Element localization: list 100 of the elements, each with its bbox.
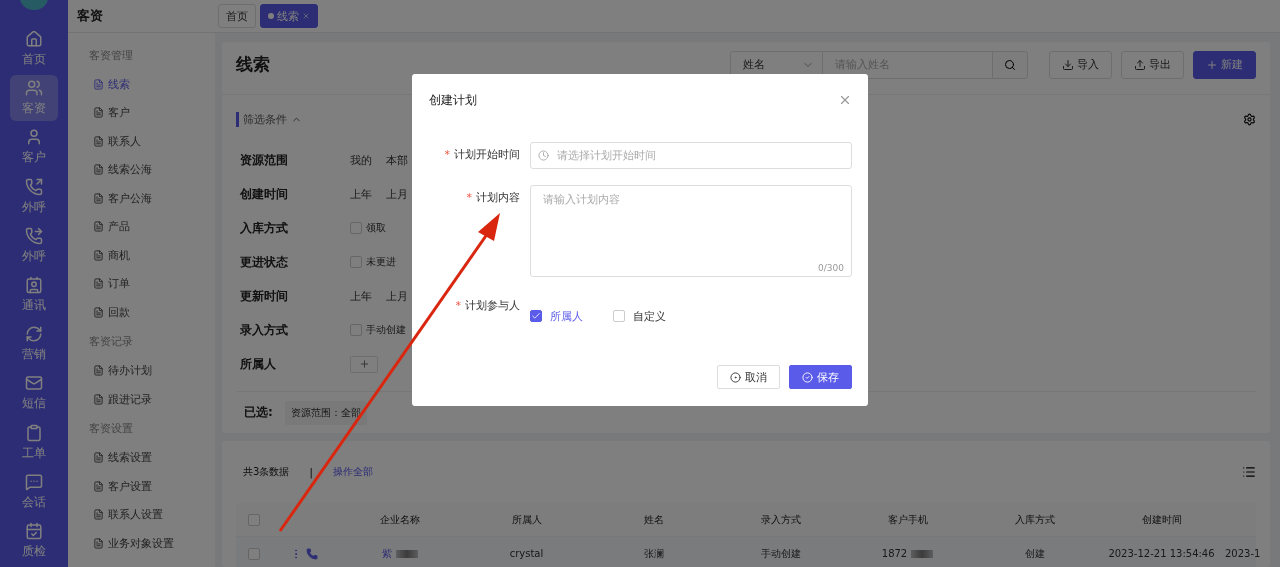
nav-item[interactable]: 外呼	[10, 222, 58, 269]
sidebar-item[interactable]: 待办计划	[89, 356, 215, 385]
separator: |	[309, 466, 313, 478]
nav-item[interactable]: 短信	[10, 370, 58, 417]
table-cell: 2023-1	[1225, 548, 1261, 559]
nav-item[interactable]: 客户	[10, 124, 58, 171]
column-header: 录入方式	[760, 512, 801, 527]
dot-icon	[268, 13, 274, 19]
sidebar-item[interactable]: 线索设置	[89, 443, 215, 472]
sidebar-item[interactable]: 联系人设置	[89, 500, 215, 529]
column-header: 创建时间	[1141, 512, 1182, 527]
document-icon	[93, 107, 104, 119]
checkbox[interactable]	[530, 310, 542, 322]
filter-option[interactable]: 我的	[350, 152, 372, 168]
nav-item[interactable]: 会话	[10, 468, 58, 515]
checkbox-label: 自定义	[633, 308, 666, 324]
date-field[interactable]: 请选择计划开始时间	[530, 142, 852, 169]
list-icon[interactable]	[1242, 465, 1256, 479]
character-counter: 0/300	[818, 263, 844, 273]
required-mark: *	[455, 299, 461, 312]
filter-option[interactable]: 上年	[350, 288, 372, 304]
nav-item[interactable]: 首页	[10, 26, 58, 73]
document-icon	[93, 135, 104, 147]
upload-icon	[1134, 58, 1146, 71]
nav-item[interactable]: 营销	[10, 321, 58, 368]
filter-option[interactable]: 上年	[350, 186, 372, 202]
sidebar-item[interactable]: 线索	[89, 70, 215, 99]
sidebar-item[interactable]: 订单	[89, 269, 215, 298]
document-icon	[93, 306, 104, 318]
document-icon	[93, 164, 104, 176]
sidebar-item[interactable]: 业务对象设置	[89, 529, 215, 558]
redaction-block	[911, 549, 934, 558]
cancel-button[interactable]: 取消	[717, 365, 780, 389]
sidebar-item[interactable]: 联系人	[89, 127, 215, 156]
add-button[interactable]	[350, 355, 378, 373]
table-cell: 2023-12-21 13:54:46	[1108, 548, 1215, 559]
nav-item[interactable]: 外呼	[10, 173, 58, 220]
save-button[interactable]: 保存	[789, 365, 852, 389]
sidebar-item[interactable]: 跟进记录	[89, 385, 215, 414]
close-icon	[838, 93, 852, 107]
nav-item[interactable]: 质检	[10, 517, 58, 565]
checkbox-label: 所属人	[550, 308, 583, 324]
document-icon	[93, 480, 104, 492]
filter-label: 更进状态	[240, 253, 289, 271]
close-icon[interactable]	[302, 12, 310, 20]
field-label: 计划开始时间	[454, 148, 520, 161]
bulk-action-link[interactable]: 操作全部	[332, 465, 373, 479]
phone-arrow-icon	[25, 177, 43, 196]
sidebar-item[interactable]: 客户设置	[89, 472, 215, 501]
tab[interactable]: 线索	[260, 4, 318, 28]
circle-dot-icon	[730, 371, 741, 383]
phone-icon[interactable]	[305, 547, 318, 560]
column-header: 入库方式	[1014, 512, 1055, 527]
document-icon	[93, 365, 104, 377]
download-icon	[1062, 58, 1074, 71]
sidebar-item[interactable]: 线索公海	[89, 155, 215, 184]
required-mark: *	[466, 191, 472, 204]
home-icon	[25, 30, 43, 49]
filter-toggle[interactable]: 筛选条件	[236, 111, 302, 127]
cycle-arrows-icon	[25, 325, 43, 344]
redaction-block	[395, 549, 418, 558]
table-cell: 创建	[1024, 546, 1045, 561]
filter-label: 入库方式	[240, 219, 289, 237]
document-icon	[93, 192, 104, 204]
required-mark: *	[444, 148, 450, 161]
field-label: 计划内容	[476, 191, 520, 204]
company-link[interactable]: 紫	[381, 546, 392, 561]
settings-icon[interactable]	[1243, 112, 1256, 126]
page-title: 线索	[236, 53, 271, 76]
filter-option[interactable]: 上月	[386, 288, 408, 304]
filter-label: 资源范围	[240, 151, 289, 169]
filter-label: 更新时间	[240, 287, 289, 305]
document-icon	[93, 452, 104, 464]
close-button[interactable]	[838, 93, 852, 107]
filter-option[interactable]: 本部	[386, 152, 408, 168]
document-icon	[93, 393, 104, 405]
phone-arrow-icon	[25, 226, 43, 245]
sidebar-item[interactable]: 产品	[89, 212, 215, 241]
sidebar-item[interactable]: 客户	[89, 98, 215, 127]
table-cell: 张澜	[643, 546, 664, 561]
import-button[interactable]: 导入	[1049, 50, 1112, 79]
selected-label: 已选:	[244, 404, 273, 421]
tab[interactable]: 首页	[218, 4, 256, 28]
nav-item[interactable]: 工单	[10, 419, 58, 466]
filter-option[interactable]: 上月	[386, 186, 408, 202]
checkbox-label: 未更进	[366, 255, 396, 269]
nav-item[interactable]: 通讯	[10, 271, 58, 319]
clipboard-icon	[25, 423, 43, 442]
table-cell: 手动创建	[760, 546, 801, 561]
sidebar-item[interactable]: 商机	[89, 241, 215, 270]
clock-icon	[538, 150, 549, 161]
filter-label: 录入方式	[240, 321, 289, 339]
new-button[interactable]: 新建	[1193, 50, 1256, 79]
record-count: 共3条数据	[243, 465, 290, 479]
users-icon	[25, 79, 43, 98]
field-label: 计划参与人	[465, 299, 520, 312]
search-button[interactable]	[993, 50, 1028, 79]
export-button[interactable]: 导出	[1121, 50, 1184, 79]
sidebar-item[interactable]: 客户公海	[89, 184, 215, 213]
sidebar-item[interactable]: 回款	[89, 298, 215, 327]
